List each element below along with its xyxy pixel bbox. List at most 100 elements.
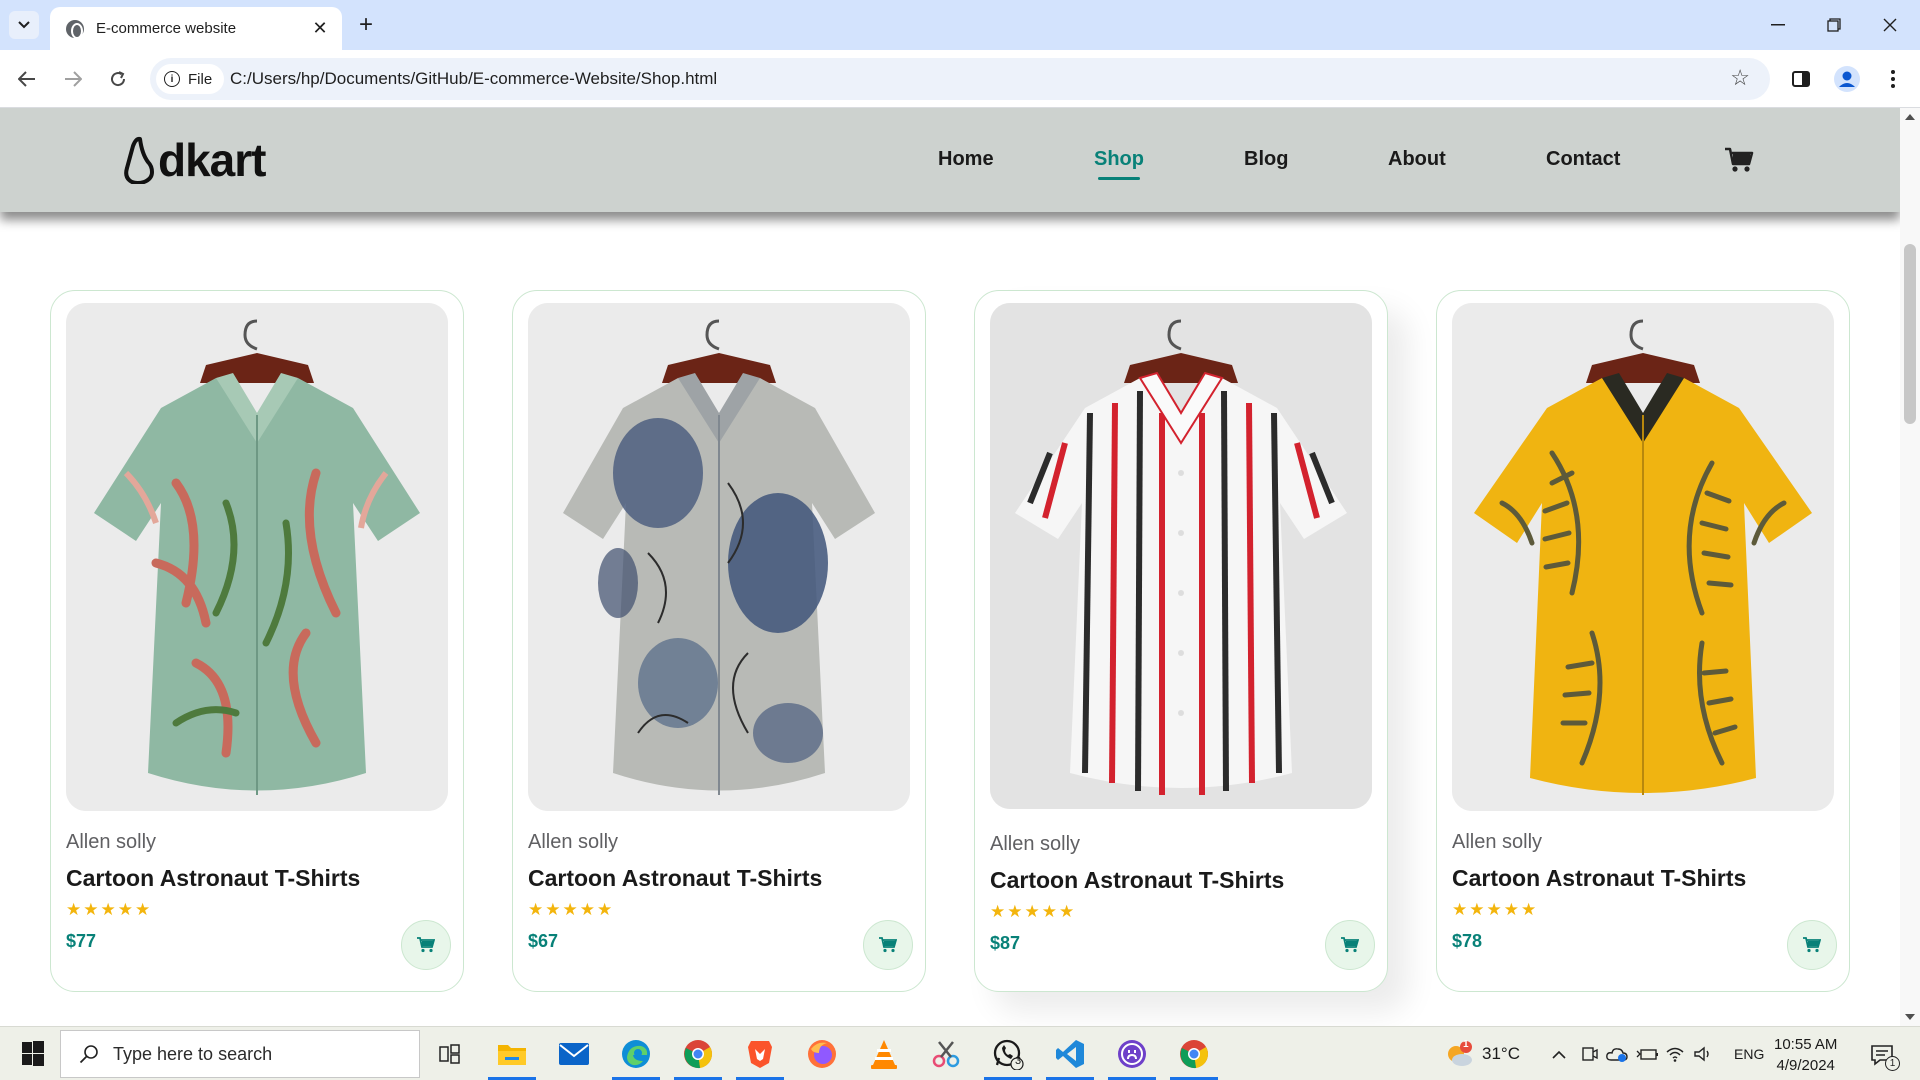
product-card[interactable]: Allen solly Cartoon Astronaut T-Shirts ★… bbox=[512, 290, 926, 992]
firefox-icon[interactable] bbox=[802, 1034, 842, 1074]
product-price: $87 bbox=[990, 933, 1021, 953]
nav-home[interactable]: Home bbox=[938, 148, 994, 171]
main-nav: Home Shop Blog About Contact bbox=[0, 108, 1900, 212]
product-brand: Allen solly bbox=[1452, 831, 1543, 853]
browser-menu-button[interactable] bbox=[1878, 64, 1908, 94]
close-window-button[interactable] bbox=[1862, 0, 1918, 50]
weather-icon[interactable]: 1 bbox=[1444, 1037, 1474, 1071]
product-brand: Allen solly bbox=[990, 833, 1081, 855]
side-panel-button[interactable] bbox=[1786, 64, 1816, 94]
onedrive-icon[interactable] bbox=[1606, 1043, 1628, 1065]
cart-icon bbox=[1341, 937, 1359, 953]
url-text[interactable]: C:/Users/hp/Documents/GitHub/E-commerce-… bbox=[230, 69, 717, 89]
chevron-up-icon[interactable] bbox=[1548, 1043, 1570, 1065]
page-viewport: dkart Home Shop Blog About Contact Allen… bbox=[0, 108, 1920, 1026]
chevron-down-icon bbox=[18, 21, 30, 29]
volume-icon[interactable] bbox=[1692, 1043, 1714, 1065]
chrome-active-icon[interactable] bbox=[1170, 1034, 1218, 1080]
site-info-chip[interactable]: i File bbox=[156, 64, 225, 94]
chrome-icon[interactable] bbox=[674, 1034, 722, 1080]
reload-button[interactable] bbox=[101, 62, 135, 96]
mail-icon[interactable] bbox=[554, 1034, 594, 1074]
star-rating-icon: ★★★★★ bbox=[990, 902, 1077, 921]
product-image-green-floral-shirt[interactable] bbox=[66, 303, 448, 811]
weather-temperature[interactable]: 31°C bbox=[1482, 1027, 1520, 1080]
browser-toolbar: i File C:/Users/hp/Documents/GitHub/E-co… bbox=[0, 50, 1920, 108]
profile-icon bbox=[1834, 66, 1860, 92]
edge-icon[interactable] bbox=[612, 1034, 660, 1080]
file-explorer-icon[interactable] bbox=[488, 1034, 536, 1080]
shopping-cart-icon[interactable] bbox=[1724, 146, 1754, 174]
shirt-image bbox=[1452, 303, 1834, 811]
clock-time: 10:55 AM bbox=[1774, 1036, 1838, 1053]
battery-icon[interactable] bbox=[1636, 1043, 1658, 1065]
nav-contact[interactable]: Contact bbox=[1546, 148, 1620, 171]
product-card[interactable]: Allen solly Cartoon Astronaut T-Shirts ★… bbox=[50, 290, 464, 992]
page-scrollbar[interactable] bbox=[1900, 108, 1920, 1026]
cart-icon bbox=[1803, 937, 1821, 953]
globe-icon bbox=[66, 19, 84, 39]
weather-badge: 1 bbox=[1463, 1039, 1469, 1050]
github-desktop-icon[interactable] bbox=[1108, 1034, 1156, 1080]
browser-tab-active[interactable]: E-commerce website ✕ bbox=[50, 7, 342, 50]
product-price: $78 bbox=[1452, 931, 1483, 951]
close-tab-icon[interactable]: ✕ bbox=[308, 17, 332, 41]
shirt-image bbox=[528, 303, 910, 811]
product-name: Cartoon Astronaut T-Shirts bbox=[528, 865, 823, 891]
back-button[interactable] bbox=[10, 62, 44, 96]
nav-blog[interactable]: Blog bbox=[1244, 148, 1288, 171]
new-tab-button[interactable]: + bbox=[352, 11, 380, 39]
tab-search-button[interactable] bbox=[9, 11, 39, 39]
scroll-down-icon[interactable] bbox=[1905, 1014, 1915, 1020]
product-brand: Allen solly bbox=[528, 831, 619, 853]
profile-button[interactable] bbox=[1832, 64, 1862, 94]
product-brand: Allen solly bbox=[66, 831, 157, 853]
product-image-red-black-striped-shirt[interactable] bbox=[990, 303, 1372, 809]
add-to-cart-button[interactable] bbox=[1325, 920, 1375, 970]
product-card[interactable]: Allen solly Cartoon Astronaut T-Shirts ★… bbox=[1436, 290, 1850, 992]
close-icon bbox=[1883, 18, 1897, 32]
minimize-icon bbox=[1771, 24, 1785, 26]
product-image-blue-tie-dye-shirt[interactable] bbox=[528, 303, 910, 811]
vscode-icon[interactable] bbox=[1046, 1034, 1094, 1080]
arrow-left-icon bbox=[18, 71, 35, 87]
tab-title: E-commerce website bbox=[96, 20, 237, 37]
taskbar-search-box[interactable]: Type here to search bbox=[60, 1030, 420, 1078]
notification-count-badge: 1 bbox=[1885, 1056, 1900, 1071]
product-image-yellow-leaf-shirt[interactable] bbox=[1452, 303, 1834, 811]
add-to-cart-button[interactable] bbox=[1787, 920, 1837, 970]
minimize-button[interactable] bbox=[1750, 0, 1806, 50]
language-indicator[interactable]: ENG bbox=[1734, 1027, 1764, 1080]
meet-now-icon[interactable] bbox=[1578, 1043, 1600, 1065]
wifi-icon[interactable] bbox=[1664, 1043, 1686, 1065]
snipping-tool-icon[interactable] bbox=[926, 1034, 966, 1074]
notifications-icon[interactable]: 1 bbox=[1866, 1041, 1900, 1071]
scroll-thumb[interactable] bbox=[1904, 244, 1916, 424]
address-bar[interactable]: i File C:/Users/hp/Documents/GitHub/E-co… bbox=[150, 58, 1770, 100]
add-to-cart-button[interactable] bbox=[401, 920, 451, 970]
product-card[interactable]: Allen solly Cartoon Astronaut T-Shirts ★… bbox=[974, 290, 1388, 992]
task-view-icon[interactable] bbox=[430, 1034, 470, 1074]
site-info-label: File bbox=[188, 70, 213, 88]
whatsapp-badge: 3 bbox=[1015, 1055, 1022, 1067]
taskbar-clock[interactable]: 10:55 AM 4/9/2024 bbox=[1774, 1034, 1837, 1076]
cart-icon bbox=[417, 937, 435, 953]
product-price: $67 bbox=[528, 931, 559, 951]
browser-tabstrip: E-commerce website ✕ + bbox=[0, 0, 1920, 50]
nav-shop[interactable]: Shop bbox=[1094, 148, 1144, 180]
forward-button[interactable] bbox=[56, 62, 90, 96]
scroll-up-icon[interactable] bbox=[1905, 114, 1915, 120]
add-to-cart-button[interactable] bbox=[863, 920, 913, 970]
brave-icon[interactable] bbox=[736, 1034, 784, 1080]
windows-taskbar: Type here to search 3 1 31°C ENG 10:55 A… bbox=[0, 1026, 1920, 1080]
nav-about[interactable]: About bbox=[1388, 148, 1446, 171]
clock-date: 4/9/2024 bbox=[1776, 1057, 1835, 1074]
cart-icon bbox=[879, 937, 897, 953]
bookmark-star-icon[interactable]: ☆ bbox=[1730, 65, 1750, 91]
vlc-icon[interactable] bbox=[864, 1034, 904, 1074]
windows-start-icon[interactable] bbox=[10, 1040, 54, 1068]
side-panel-icon bbox=[1792, 71, 1810, 87]
restore-button[interactable] bbox=[1806, 0, 1862, 50]
whatsapp-icon[interactable]: 3 bbox=[984, 1034, 1032, 1080]
star-rating-icon: ★★★★★ bbox=[1452, 900, 1539, 919]
